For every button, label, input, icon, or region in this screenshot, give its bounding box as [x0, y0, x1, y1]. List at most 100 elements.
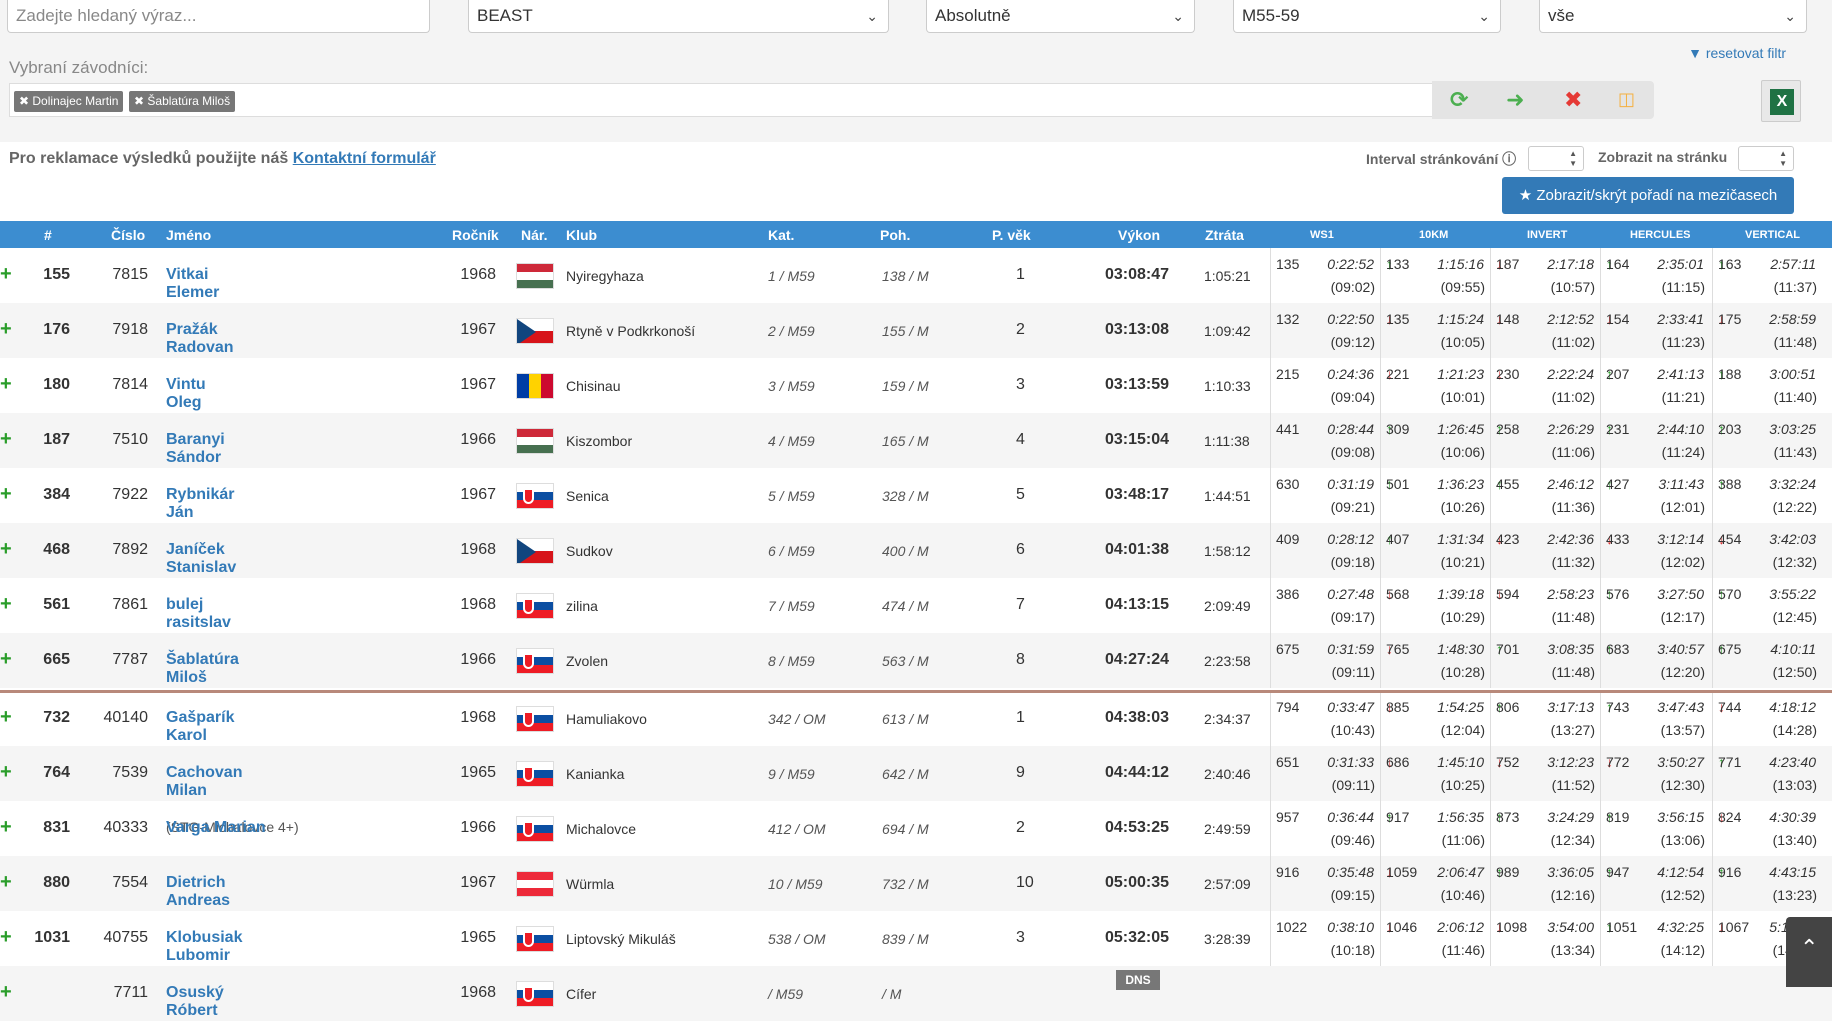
col-split-vertical[interactable]: VERTICAL [1745, 229, 1800, 241]
table-row[interactable]: +187 7510 Baranyi Sándor 1966 Kiszombor 4 / … [0, 413, 1832, 468]
split-time: 2:06:12 [1437, 919, 1484, 935]
expand-icon[interactable]: + [0, 648, 12, 671]
table-row[interactable]: +665 7787 Šablatúra Miloš 1966 Zvolen 8 / M5… [0, 633, 1832, 688]
paging-interval-input[interactable]: ▲ ▼ [1528, 146, 1584, 171]
split-cell: 154 ↓ 2:33:41 (11:23) [1600, 303, 1710, 358]
selected-racers-label: Vybraní závodníci: [9, 58, 149, 77]
col-age[interactable]: P. věk [992, 227, 1031, 243]
close-icon[interactable]: ✖ [1564, 87, 1582, 113]
flag-icon [516, 871, 554, 897]
col-loss[interactable]: Ztráta [1205, 227, 1244, 243]
split-pace: (10:21) [1440, 554, 1485, 570]
spin-up-icon[interactable]: ▲ [1779, 149, 1787, 158]
col-time[interactable]: Výkon [1118, 227, 1160, 243]
search-input[interactable]: Zadejte hledaný výraz... [7, 0, 430, 33]
bib-number-cell: 7892 [112, 541, 148, 558]
split-time: 3:54:00 [1547, 919, 1594, 935]
split-time: 3:55:22 [1769, 586, 1816, 602]
table-row[interactable]: +1031 40755 Klobusiak Lubomir 1965 Liptovsk… [0, 911, 1832, 966]
race-select[interactable]: BEAST ⌄ [468, 0, 889, 33]
gender-rank-cell: 328 / M [882, 488, 929, 504]
split-pace: (09:15) [1330, 887, 1375, 903]
flag-icon [516, 318, 554, 344]
col-gender[interactable]: Poh. [880, 227, 910, 243]
table-row[interactable]: +180 7814 Vintu Oleg 1967 Chisinau 3 / M59 15… [0, 358, 1832, 413]
col-rank[interactable]: # [44, 227, 52, 243]
scroll-to-top-button[interactable]: ⌃ [1786, 917, 1832, 987]
gender-rank-cell: 839 / M [882, 931, 929, 947]
col-number[interactable]: Číslo [111, 227, 145, 243]
excel-export-button[interactable]: X [1761, 80, 1801, 122]
col-split-invert[interactable]: INVERT [1527, 229, 1567, 241]
split-time: 0:27:48 [1327, 586, 1374, 602]
selected-racers-box[interactable]: ✖ Dolinajec Martin ✖ Šablatúra Miloš [9, 83, 1433, 117]
spin-down-icon[interactable]: ▼ [1569, 159, 1577, 168]
expand-icon[interactable]: + [0, 871, 12, 894]
table-row[interactable]: +384 7922 Rybnikár Ján 1967 Senica 5 / M59 32… [0, 468, 1832, 523]
table-row[interactable]: +561 7861 bulej rasitslav 1968 zilina 7 / M5… [0, 578, 1832, 633]
col-year[interactable]: Ročník [452, 227, 499, 243]
col-split-10km[interactable]: 10KM [1419, 229, 1448, 241]
split-cell: 132 0:22:50 (09:12) [1270, 303, 1380, 358]
bib-number-cell: 7554 [112, 874, 148, 891]
expand-icon[interactable]: + [0, 263, 12, 286]
expand-icon[interactable]: + [0, 981, 12, 1004]
split-cell: 258 ↑ 2:26:29 (11:06) [1490, 413, 1600, 468]
ranking-select[interactable]: Absolutně ⌄ [926, 0, 1195, 33]
age-rank-cell: 1 [1016, 266, 1025, 283]
refresh-icon[interactable]: ⟳ [1450, 87, 1468, 113]
expand-icon[interactable]: + [0, 483, 12, 506]
table-row[interactable]: +732 40140 Gašparík Karol 1968 Hamuliakovo 3… [0, 691, 1832, 746]
table-row[interactable]: +468 7892 Janíček Stanislav 1968 Sudkov 6 / … [0, 523, 1832, 578]
split-rank-value: 207 [1606, 366, 1630, 382]
col-split-ws1[interactable]: WS1 [1310, 229, 1334, 241]
trophy-icon: ★ [1518, 187, 1537, 204]
table-row[interactable]: +831 40333 Varga Marian (STG-Michalovce 4+… [0, 801, 1832, 856]
col-category[interactable]: Kat. [768, 227, 794, 243]
table-row[interactable]: +7711 Osuský Róbert 1968 Cífer / M59/ M [0, 966, 1832, 1021]
expand-icon[interactable]: + [0, 816, 12, 839]
finish-time-cell: 04:01:38 [1105, 541, 1170, 558]
table-row[interactable]: +880 7554 Dietrich Andreas 1967 Würmla 10 / … [0, 856, 1832, 911]
expand-icon[interactable]: + [0, 761, 12, 784]
expand-icon[interactable]: + [0, 926, 12, 949]
split-time: 2:42:36 [1547, 531, 1594, 547]
expand-icon[interactable]: + [0, 428, 12, 451]
arrow-right-icon[interactable]: ➜ [1506, 87, 1524, 113]
expand-icon[interactable]: + [0, 706, 12, 729]
birth-year-cell: 1967 [460, 486, 496, 503]
col-name[interactable]: Jméno [166, 227, 211, 243]
spin-up-icon[interactable]: ▲ [1569, 149, 1577, 158]
per-page-input[interactable]: ▲ ▼ [1738, 146, 1794, 171]
col-club[interactable]: Klub [566, 227, 597, 243]
category-select[interactable]: M55-59 ⌄ [1233, 0, 1501, 33]
split-time: 4:32:25 [1657, 919, 1704, 935]
table-row[interactable]: +155 7815 Vitkai Elemer 1968 Nyiregyhaza 1 /… [0, 248, 1832, 303]
club-cell: Senica [566, 488, 609, 504]
split-cell: 1098 ↓ 3:54:00 (13:34) [1490, 911, 1600, 966]
racer-tag[interactable]: ✖ Dolinajec Martin [14, 91, 124, 112]
expand-icon[interactable]: + [0, 318, 12, 341]
table-row[interactable]: +764 7539 Cachovan Milan 1965 Kanianka 9 / M… [0, 746, 1832, 801]
gender-select[interactable]: vše ⌄ [1539, 0, 1807, 33]
expand-icon[interactable]: + [0, 593, 12, 616]
split-pace: (09:02) [1330, 279, 1375, 295]
split-pace: (12:32) [1772, 554, 1817, 570]
split-time: 3:24:29 [1547, 809, 1594, 825]
split-rank-value: 409 [1276, 531, 1300, 547]
col-split-hercules[interactable]: HERCULES [1630, 229, 1691, 241]
contact-form-link[interactable]: Kontaktní formulář [293, 150, 436, 167]
split-rank: 568 ↓ [1386, 586, 1409, 602]
spin-down-icon[interactable]: ▼ [1779, 159, 1787, 168]
split-pace: (10:46) [1440, 887, 1485, 903]
table-row[interactable]: +176 7918 Pražák Radovan 1967 Rtyně v Podkr… [0, 303, 1832, 358]
racer-name: Janíček Stanislav [166, 541, 237, 576]
expand-icon[interactable]: + [0, 373, 12, 396]
trash-icon[interactable]: ◫ [1618, 89, 1635, 110]
racer-tag[interactable]: ✖ Šablatúra Miloš [129, 91, 236, 112]
racer-name-link[interactable]: Varga Marian (STG-Michalovce 4+) [166, 819, 299, 837]
reset-filter-link[interactable]: ▼ resetovat filtr [1688, 45, 1786, 61]
expand-icon[interactable]: + [0, 538, 12, 561]
toggle-splits-button[interactable]: ★ Zobrazit/skrýt pořadí na mezičasech [1502, 177, 1794, 214]
col-nation[interactable]: Nár. [521, 227, 547, 243]
